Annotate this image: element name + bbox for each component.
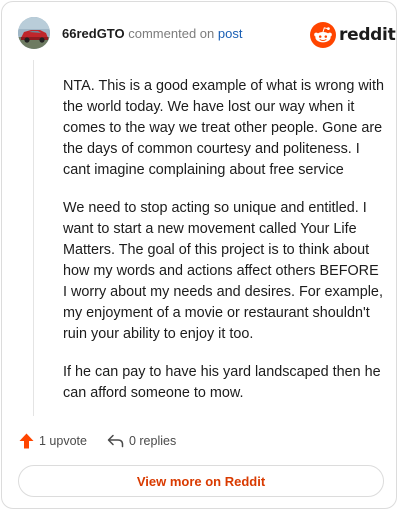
comment-actions: 1 upvote 0 replies — [19, 432, 176, 450]
comment-paragraph: NTA. This is a good example of what is w… — [63, 78, 384, 178]
replies-button[interactable]: 0 replies — [107, 434, 176, 448]
comment-header: 66redGTO commented on post — [62, 26, 242, 42]
reddit-snoo-icon — [310, 22, 336, 48]
comment-body: NTA. This is a good example of what is w… — [63, 76, 385, 421]
thread-line — [33, 60, 34, 416]
reply-arrow-icon — [107, 434, 124, 448]
comment-embed-card: 66redGTO commented on post reddit NTA. T… — [1, 1, 397, 509]
reddit-wordmark: reddit — [339, 25, 396, 45]
comment-paragraph: If he can pay to have his yard landscape… — [63, 364, 381, 401]
reddit-logo[interactable]: reddit — [310, 21, 396, 49]
username-link[interactable]: 66redGTO — [62, 26, 125, 41]
user-avatar[interactable] — [18, 17, 50, 49]
replies-count: 0 replies — [128, 434, 177, 448]
comment-paragraph: We need to stop acting so unique and ent… — [63, 200, 383, 342]
post-link[interactable]: post — [218, 26, 243, 41]
upvote-button[interactable]: 1 upvote — [19, 433, 87, 449]
avatar-photo-icon — [18, 17, 50, 49]
view-more-on-reddit-button[interactable]: View more on Reddit — [18, 465, 384, 497]
upvote-count: 1 upvote — [39, 434, 87, 448]
commented-on-text: commented on — [128, 26, 215, 41]
upvote-arrow-icon — [19, 433, 34, 449]
